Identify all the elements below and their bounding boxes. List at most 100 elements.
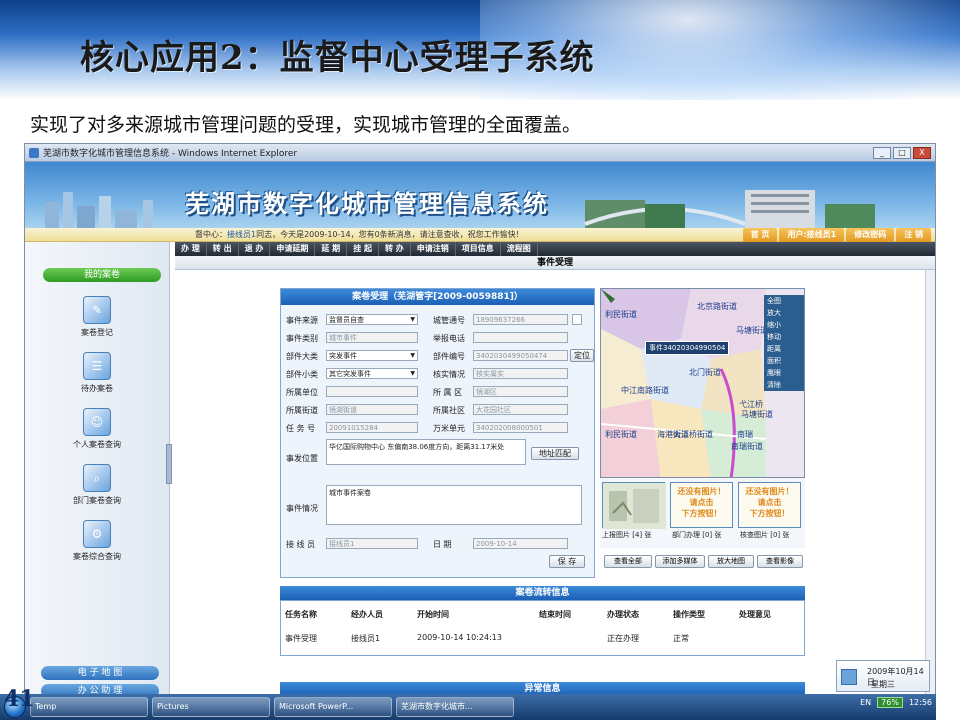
- verify-photo-placeholder[interactable]: 还没有图片！ 请点击 下方按钮！: [738, 482, 801, 528]
- info-user[interactable]: 接线员1: [227, 229, 256, 240]
- map-panel[interactable]: 北京路街道 马塘街道 北门街道 中江南路街道 利民街道 大江桥街道 利民街道 南…: [600, 288, 805, 478]
- nav-label: 部门案卷查询: [73, 496, 121, 505]
- left-sidebar: 我的案卷 ✎ 案卷登记 ☰ 待办案卷 ☺ 个人案卷查询 ⌕ 部门案卷查询 ⚙ 案…: [25, 242, 170, 694]
- no-image-line3: 下方按钮！: [681, 509, 722, 518]
- weekday-text: 星期三: [871, 680, 895, 689]
- dept-photo-placeholder[interactable]: 还没有图片！ 请点击 下方按钮！: [670, 482, 733, 528]
- unit-label: 所属单位: [286, 388, 318, 397]
- date-field[interactable]: 2009-10-14: [473, 538, 568, 549]
- zoom-in-tool[interactable]: 放大: [764, 307, 804, 319]
- eagle-eye-tool[interactable]: 鹰眼: [764, 367, 804, 379]
- electronic-map-button[interactable]: 电 子 地 图: [41, 666, 159, 680]
- full-map-tool[interactable]: 全图: [764, 295, 804, 307]
- taskbar-item-pictures[interactable]: Pictures: [152, 697, 270, 717]
- map-label: 海港街道: [657, 429, 689, 439]
- slide-subtitle: 实现了对多来源城市管理问题的受理，实现城市管理的全面覆盖。: [30, 114, 582, 136]
- minimize-button[interactable]: _: [873, 146, 891, 159]
- unit-field[interactable]: [326, 386, 418, 397]
- task-label: 任 务 号: [286, 424, 316, 433]
- nav-combined-query[interactable]: ⚙ 案卷综合查询: [25, 520, 169, 562]
- nav-case-register[interactable]: ✎ 案卷登记: [25, 296, 169, 338]
- browser-title: 芜湖市数字化城市管理信息系统 - Windows Internet Explor…: [43, 149, 298, 159]
- user-link[interactable]: 用户:接线员1: [779, 228, 845, 242]
- verify-photo-count[interactable]: 核查图片 [0] 张: [740, 530, 789, 540]
- nav-department-query[interactable]: ⌕ 部门案卷查询: [25, 464, 169, 506]
- community-field[interactable]: 大花园社区: [473, 404, 568, 415]
- verify-field[interactable]: 核实属实: [473, 368, 568, 379]
- vertical-scrollbar[interactable]: [925, 270, 935, 694]
- part-no-field[interactable]: 3402030499050474: [473, 350, 568, 361]
- tab-extension[interactable]: 延 期: [315, 242, 348, 256]
- zoom-out-tool[interactable]: 缩小: [764, 319, 804, 331]
- operator-field[interactable]: 接线员1: [326, 538, 418, 549]
- view-all-button[interactable]: 查看全部: [604, 555, 652, 568]
- address-match-button[interactable]: 地址匹配: [531, 447, 579, 460]
- clear-tool[interactable]: 清除: [764, 379, 804, 391]
- battery-indicator[interactable]: 76%: [877, 697, 903, 708]
- tab-handle[interactable]: 办 理: [175, 242, 207, 256]
- minor-select[interactable]: 其它突发事件: [326, 368, 418, 379]
- taskbar-item-temp[interactable]: Temp: [30, 697, 148, 717]
- maximize-button[interactable]: □: [893, 146, 911, 159]
- windows-taskbar: Temp Pictures Microsoft PowerP... 芜湖市数字化…: [0, 694, 936, 720]
- district-field[interactable]: 镜湖区: [473, 386, 568, 397]
- taskbar-item-ie[interactable]: 芜湖市数字化城市...: [396, 697, 514, 717]
- description-textarea[interactable]: 城市事件案卷: [326, 485, 582, 525]
- tab-forward[interactable]: 转 办: [379, 242, 411, 256]
- pan-tool[interactable]: 移动: [764, 331, 804, 343]
- col-opinion: 处理意见: [739, 610, 771, 619]
- reported-photo-count[interactable]: 上报图片 [4] 张: [602, 530, 651, 540]
- map-label: 中江南路街道: [621, 385, 669, 395]
- category-field[interactable]: 城市事件: [326, 332, 418, 343]
- close-button[interactable]: X: [913, 146, 931, 159]
- col-operator: 经办人员: [351, 610, 383, 619]
- source-select[interactable]: 监督员自查: [326, 314, 418, 325]
- sidebar-splitter[interactable]: [166, 444, 172, 484]
- no-image-line2: 请点击: [757, 498, 782, 507]
- phone-field[interactable]: [473, 332, 568, 343]
- language-indicator[interactable]: EN: [860, 698, 871, 707]
- home-link[interactable]: 首 页: [742, 228, 778, 242]
- area-tool[interactable]: 面积: [764, 355, 804, 367]
- street-field[interactable]: 镜湖街道: [326, 404, 418, 415]
- tab-suspend[interactable]: 挂 起: [347, 242, 379, 256]
- tab-request-extension[interactable]: 申请延期: [270, 242, 316, 256]
- clock[interactable]: 12:56: [909, 698, 932, 707]
- category-label: 事件类别: [286, 334, 318, 343]
- app-banner: 芜湖市数字化城市管理信息系统: [25, 162, 935, 228]
- locate-button[interactable]: 定位: [570, 349, 594, 362]
- task-field[interactable]: 20091015284: [326, 422, 418, 433]
- table-cell: 正常: [673, 634, 689, 643]
- dept-photo-count[interactable]: 部门办理 [0] 张: [672, 530, 721, 540]
- tab-flowchart[interactable]: 流程图: [501, 242, 538, 256]
- page-number: 41: [4, 686, 35, 712]
- change-password-link[interactable]: 修改密码: [846, 228, 895, 242]
- nav-personal-query[interactable]: ☺ 个人案卷查询: [25, 408, 169, 450]
- logout-link[interactable]: 注 销: [896, 228, 931, 242]
- phone-label: 举报电话: [433, 334, 465, 343]
- location-textarea[interactable]: 华亿国际购物中心 东偏南38.06度方向，距离31.17米处: [326, 439, 526, 465]
- supervisor-checkbox[interactable]: [572, 314, 582, 325]
- nav-pending-cases[interactable]: ☰ 待办案卷: [25, 352, 169, 394]
- my-cases-button[interactable]: 我的案卷: [43, 268, 161, 282]
- tab-return[interactable]: 退 办: [239, 242, 271, 256]
- col-end-time: 结束时间: [539, 610, 571, 619]
- table-cell: 2009-10-14 10:24:13: [417, 633, 502, 642]
- col-start-time: 开始时间: [417, 610, 449, 619]
- tab-request-cancel[interactable]: 申请注销: [411, 242, 456, 256]
- tab-transfer-out[interactable]: 转 出: [207, 242, 239, 256]
- taskbar-item-powerpoint[interactable]: Microsoft PowerP...: [274, 697, 392, 717]
- save-button[interactable]: 保 存: [549, 555, 585, 568]
- major-select[interactable]: 突发事件: [326, 350, 418, 361]
- distance-tool[interactable]: 距离: [764, 343, 804, 355]
- tab-project-info[interactable]: 项目信息: [456, 242, 501, 256]
- add-media-button[interactable]: 添加多媒体: [655, 555, 705, 568]
- enlarge-map-button[interactable]: 放大地图: [708, 555, 754, 568]
- supervisor-no-field[interactable]: 18909637266: [473, 314, 568, 325]
- system-title: 芜湖市数字化城市管理信息系统: [185, 190, 549, 218]
- date-popup: 2009年10月14日 星期三: [836, 660, 930, 692]
- reported-photo[interactable]: [602, 482, 666, 529]
- event-tooltip: 事件34020304990504: [645, 341, 730, 355]
- view-imagery-button[interactable]: 查看影像: [757, 555, 803, 568]
- grid-field[interactable]: 340202008000501: [473, 422, 568, 433]
